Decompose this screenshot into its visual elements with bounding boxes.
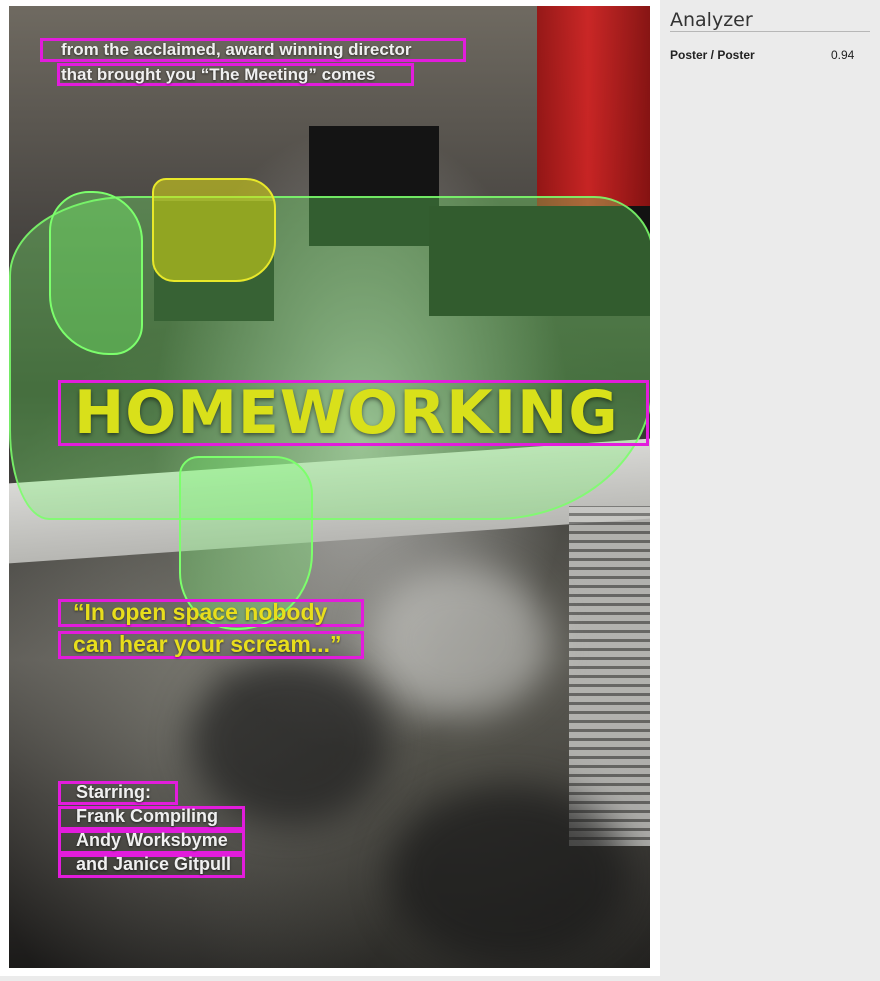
background-blur: [189, 656, 389, 826]
segmentation-mask-green: [49, 191, 143, 355]
tagline-line1: from the acclaimed, award winning direct…: [61, 40, 412, 59]
background-cabinet: [569, 506, 650, 846]
actor-name: and Janice Gitpull: [76, 854, 232, 874]
quote-line1: “In open space nobody: [73, 599, 328, 625]
result-score: 0.94: [831, 48, 855, 62]
background-red-door: [537, 6, 650, 206]
result-label[interactable]: Poster / Poster: [670, 48, 755, 62]
analyzer-title: Analyzer: [670, 9, 753, 31]
image-canvas: from the acclaimed, award winning direct…: [0, 0, 660, 976]
actor-name: Frank Compiling: [76, 806, 219, 826]
segmentation-mask-yellow: [152, 178, 276, 282]
analyzer-panel: Analyzer Poster / Poster 0.94: [660, 0, 880, 976]
tagline-line2: that brought you “The Meeting” comes: [61, 65, 376, 84]
starring-label: Starring:: [76, 782, 152, 802]
bottom-strip: [0, 976, 880, 981]
poster-title: HOMEWORKING: [74, 378, 619, 448]
divider: [670, 31, 870, 32]
actor-name: Andy Worksbyme: [76, 830, 228, 850]
background-blur: [389, 786, 629, 966]
background-blur: [369, 566, 549, 716]
quote-line2: can hear your scream...”: [73, 631, 342, 657]
